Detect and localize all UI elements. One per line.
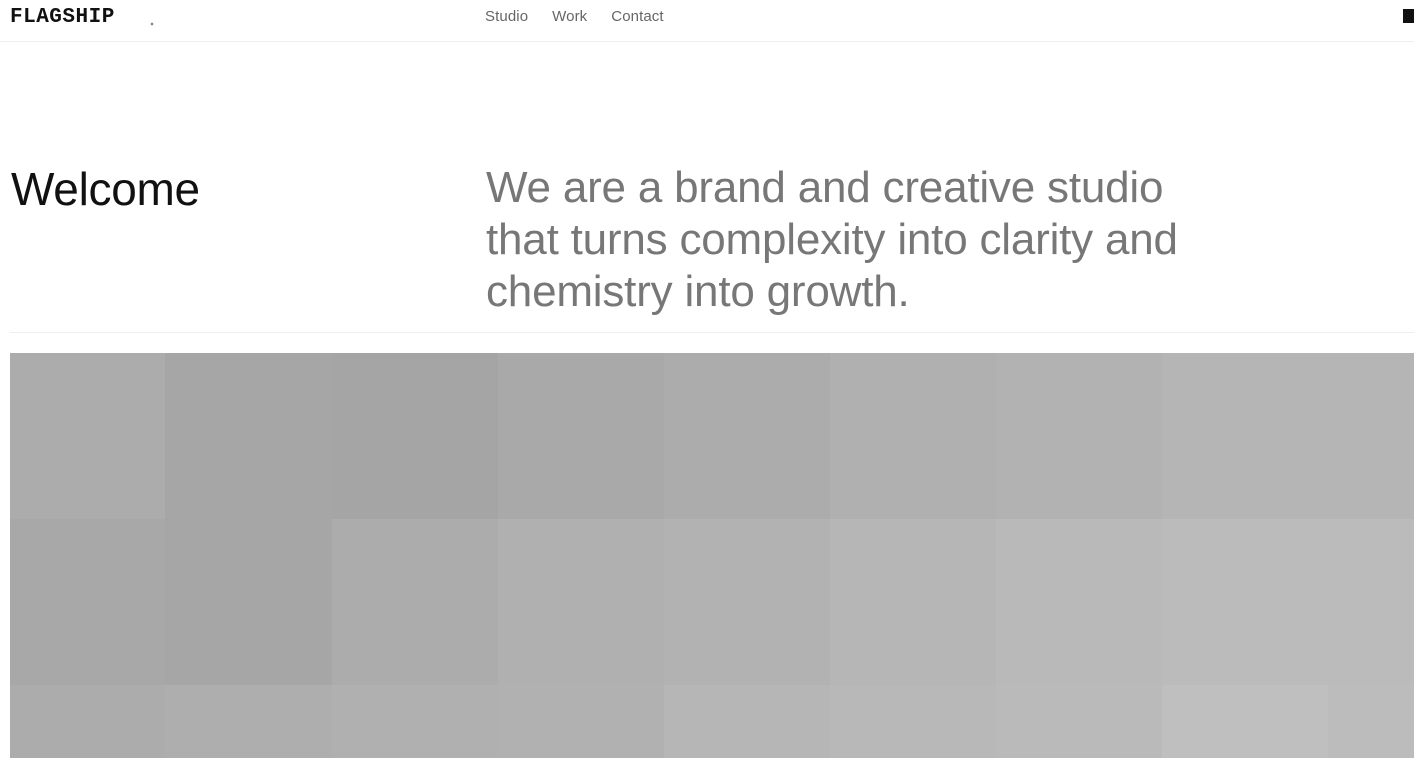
hero-image-tile bbox=[498, 519, 664, 685]
hero-image-tile bbox=[664, 353, 830, 519]
nav-link-studio[interactable]: Studio bbox=[485, 8, 528, 28]
hero-image bbox=[10, 353, 1414, 758]
nav-link-work[interactable]: Work bbox=[552, 8, 587, 28]
hero-image-tile bbox=[165, 519, 332, 685]
main-nav: Studio Work Contact bbox=[485, 8, 688, 28]
nav-link-contact[interactable]: Contact bbox=[611, 8, 663, 28]
hero-image-tile bbox=[498, 685, 664, 758]
hero-image-tile bbox=[996, 519, 1162, 685]
hero-image-tile bbox=[996, 685, 1162, 758]
hero-image-tile bbox=[830, 353, 996, 519]
hero-image-tile bbox=[1162, 353, 1328, 519]
menu-toggle-icon[interactable] bbox=[1403, 9, 1414, 23]
hero-image-tile bbox=[996, 353, 1162, 519]
hero-image-tile bbox=[10, 353, 165, 519]
hero-image-tile bbox=[332, 685, 498, 758]
hero-image-tile bbox=[664, 685, 830, 758]
svg-text:FLAGSHIP: FLAGSHIP bbox=[10, 6, 115, 27]
welcome-heading: Welcome bbox=[11, 163, 200, 215]
hero-image-tile bbox=[498, 353, 664, 519]
hero-image-tile bbox=[10, 519, 165, 685]
hero-image-tile bbox=[664, 519, 830, 685]
hero-image-tile bbox=[1328, 519, 1414, 685]
top-navigation-bar: FLAGSHIP Studio Work Contact bbox=[0, 0, 1414, 42]
intro-statement: We are a brand and creative studio that … bbox=[486, 163, 1178, 316]
hero-image-tile bbox=[1162, 685, 1328, 758]
hero-image-tile bbox=[1328, 353, 1414, 519]
hero-image-tile bbox=[332, 519, 498, 685]
hero-image-tile bbox=[332, 353, 498, 519]
hero-image-tile bbox=[1328, 685, 1414, 758]
hero-image-tile bbox=[1162, 519, 1328, 685]
hero-image-tile bbox=[165, 685, 332, 758]
section-divider bbox=[10, 332, 1414, 333]
hero-image-tile bbox=[10, 685, 165, 758]
hero-image-tile bbox=[830, 685, 996, 758]
hero-image-tile bbox=[830, 519, 996, 685]
flagship-logo[interactable]: FLAGSHIP bbox=[10, 5, 156, 27]
hero-image-tile bbox=[165, 353, 332, 519]
